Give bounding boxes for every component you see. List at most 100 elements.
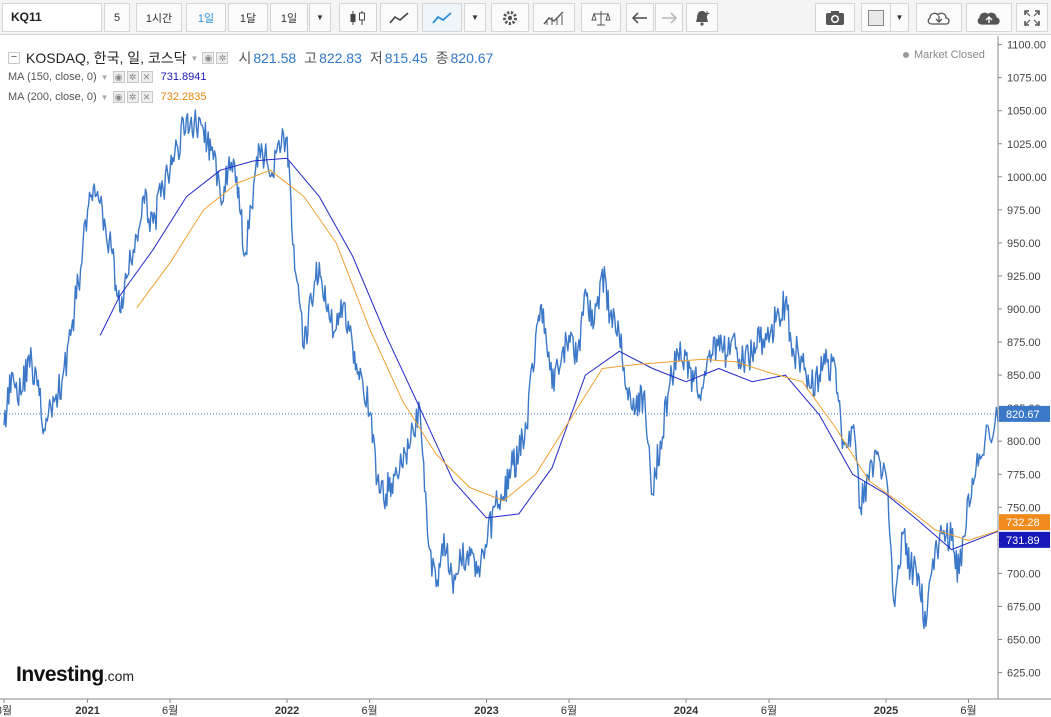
y-tick-label: 775.00	[1007, 469, 1041, 481]
market-status-text: Market Closed	[914, 49, 985, 61]
interval-1h-button[interactable]: 1시간	[136, 3, 182, 32]
cloud-upload-icon	[977, 12, 1000, 25]
line-chart-icon	[432, 11, 452, 24]
brand-suffix: .com	[103, 668, 135, 684]
toolbar: KQ11 5 1시간 1일 1달 1일 ▼ ▼ ▼	[0, 0, 1051, 35]
dropdown-caret-icon[interactable]: ▼	[101, 93, 109, 102]
ma200-label: MA (200, close, 0)	[8, 91, 97, 103]
settings-button[interactable]	[491, 3, 529, 32]
close-label: 종	[435, 50, 449, 66]
camera-icon	[826, 10, 844, 25]
y-tick-label: 750.00	[1007, 502, 1041, 514]
dropdown-caret-icon[interactable]: ▼	[191, 54, 199, 63]
screenshot-button[interactable]	[815, 3, 855, 32]
interval-1d-button[interactable]: 1일	[186, 3, 226, 32]
interval-input[interactable]: 5	[104, 3, 130, 32]
close-icon[interactable]: ✕	[140, 71, 153, 83]
fullscreen-button[interactable]	[1016, 3, 1048, 32]
y-tick-label: 1000.00	[1007, 172, 1047, 184]
compare-button[interactable]	[581, 3, 621, 32]
low-value: 815.45	[384, 50, 428, 66]
y-tick-label: 1100.00	[1007, 40, 1046, 52]
x-tick-label: 6월	[162, 704, 178, 717]
market-status: Market Closed	[903, 49, 985, 61]
indicators-icon	[543, 11, 564, 25]
x-tick-label: 2025	[874, 705, 898, 717]
y-tick-label: 800.00	[1007, 436, 1041, 448]
series-layer	[3, 109, 999, 629]
save-chart-button[interactable]	[966, 3, 1012, 32]
dropdown-caret-icon: ▼	[471, 13, 479, 22]
color-dropdown[interactable]: ▼	[891, 3, 909, 32]
indicators-button[interactable]	[533, 3, 575, 32]
dropdown-caret-icon: ▼	[316, 13, 324, 22]
cloud-download-icon	[927, 12, 950, 25]
alert-button[interactable]	[686, 3, 718, 32]
high-value: 822.83	[319, 50, 362, 66]
area-chart-icon	[389, 11, 409, 24]
area-chart-button[interactable]	[380, 3, 418, 32]
x-tick-label: 6월	[561, 704, 577, 717]
y-tick-label: 900.00	[1007, 304, 1041, 316]
visibility-icon[interactable]: ◉	[112, 91, 125, 103]
open-value: 821.58	[253, 50, 297, 66]
price-chart[interactable]: 625.00650.00675.00700.00725.00750.00775.…	[0, 36, 1051, 717]
dropdown-caret-icon[interactable]: ▼	[101, 73, 109, 82]
gear-icon	[503, 10, 517, 25]
symbol-input[interactable]: KQ11	[2, 3, 102, 32]
main-legend: − KOSDAQ, 한국, 일, 코스닥 ▼ ◉ ✲ 시 821.58 고 822.…	[8, 48, 493, 68]
axis-layer: 625.00650.00675.00700.00725.00750.00775.…	[0, 40, 1047, 717]
range-dropdown-button[interactable]: ▼	[309, 3, 331, 32]
chart-type-dropdown[interactable]: ▼	[464, 3, 486, 32]
close-icon[interactable]: ✕	[140, 91, 153, 103]
ma200-value: 732.2835	[160, 91, 207, 103]
scale-icon	[591, 10, 611, 25]
load-chart-button[interactable]	[916, 3, 962, 32]
x-tick-label: 2021	[75, 705, 99, 717]
ma150-label: MA (150, close, 0)	[8, 71, 97, 83]
y-tick-label: 1025.00	[1007, 139, 1047, 151]
x-tick-label: 6월	[361, 704, 377, 717]
x-tick-label: 2022	[275, 705, 299, 717]
undo-icon	[632, 11, 647, 24]
kosdaq-price-line	[3, 109, 999, 629]
range-1d-button[interactable]: 1일	[270, 3, 308, 32]
settings-icon[interactable]: ✲	[216, 52, 229, 64]
visibility-icon[interactable]: ◉	[202, 52, 215, 64]
low-label: 저	[369, 50, 383, 66]
settings-icon[interactable]: ✲	[126, 71, 139, 83]
y-tick-label: 1050.00	[1007, 106, 1047, 118]
y-tick-label: 625.00	[1007, 668, 1041, 680]
open-label: 시	[238, 50, 252, 66]
x-tick-label: 6월	[960, 704, 976, 717]
redo-button[interactable]	[655, 3, 683, 32]
ma200-legend: MA (200, close, 0) ▼ ◉ ✲ ✕ 732.2835	[8, 91, 206, 103]
visibility-icon[interactable]: ◉	[112, 71, 125, 83]
interval-1mo-button[interactable]: 1달	[228, 3, 268, 32]
y-tick-label: 925.00	[1007, 271, 1041, 283]
y-tick-label: 875.00	[1007, 337, 1041, 349]
x-tick-label: 2023	[474, 705, 498, 717]
ma200-last-label: 732.28	[1006, 517, 1040, 529]
y-tick-label: 950.00	[1007, 238, 1041, 250]
x-tick-label: 6월	[761, 704, 777, 717]
ma200-line	[136, 169, 999, 541]
status-dot-icon	[903, 52, 909, 59]
brand-logo: Investing.com	[16, 663, 134, 687]
alert-icon	[696, 10, 710, 26]
line-chart-button[interactable]	[422, 3, 462, 32]
color-picker-button[interactable]	[861, 3, 891, 32]
brand-name: Investing	[16, 663, 104, 686]
undo-button[interactable]	[626, 3, 654, 32]
candlestick-button[interactable]	[339, 3, 377, 32]
y-tick-label: 850.00	[1007, 370, 1041, 382]
y-tick-label: 650.00	[1007, 635, 1041, 647]
last-price-label: 820.67	[1006, 409, 1040, 421]
collapse-legend-icon[interactable]: −	[8, 52, 20, 64]
settings-icon[interactable]: ✲	[126, 91, 139, 103]
y-tick-label: 700.00	[1007, 568, 1041, 580]
candlestick-icon	[350, 10, 365, 25]
close-value: 820.67	[450, 50, 494, 66]
y-tick-label: 1075.00	[1007, 73, 1047, 85]
high-label: 고	[304, 50, 318, 66]
